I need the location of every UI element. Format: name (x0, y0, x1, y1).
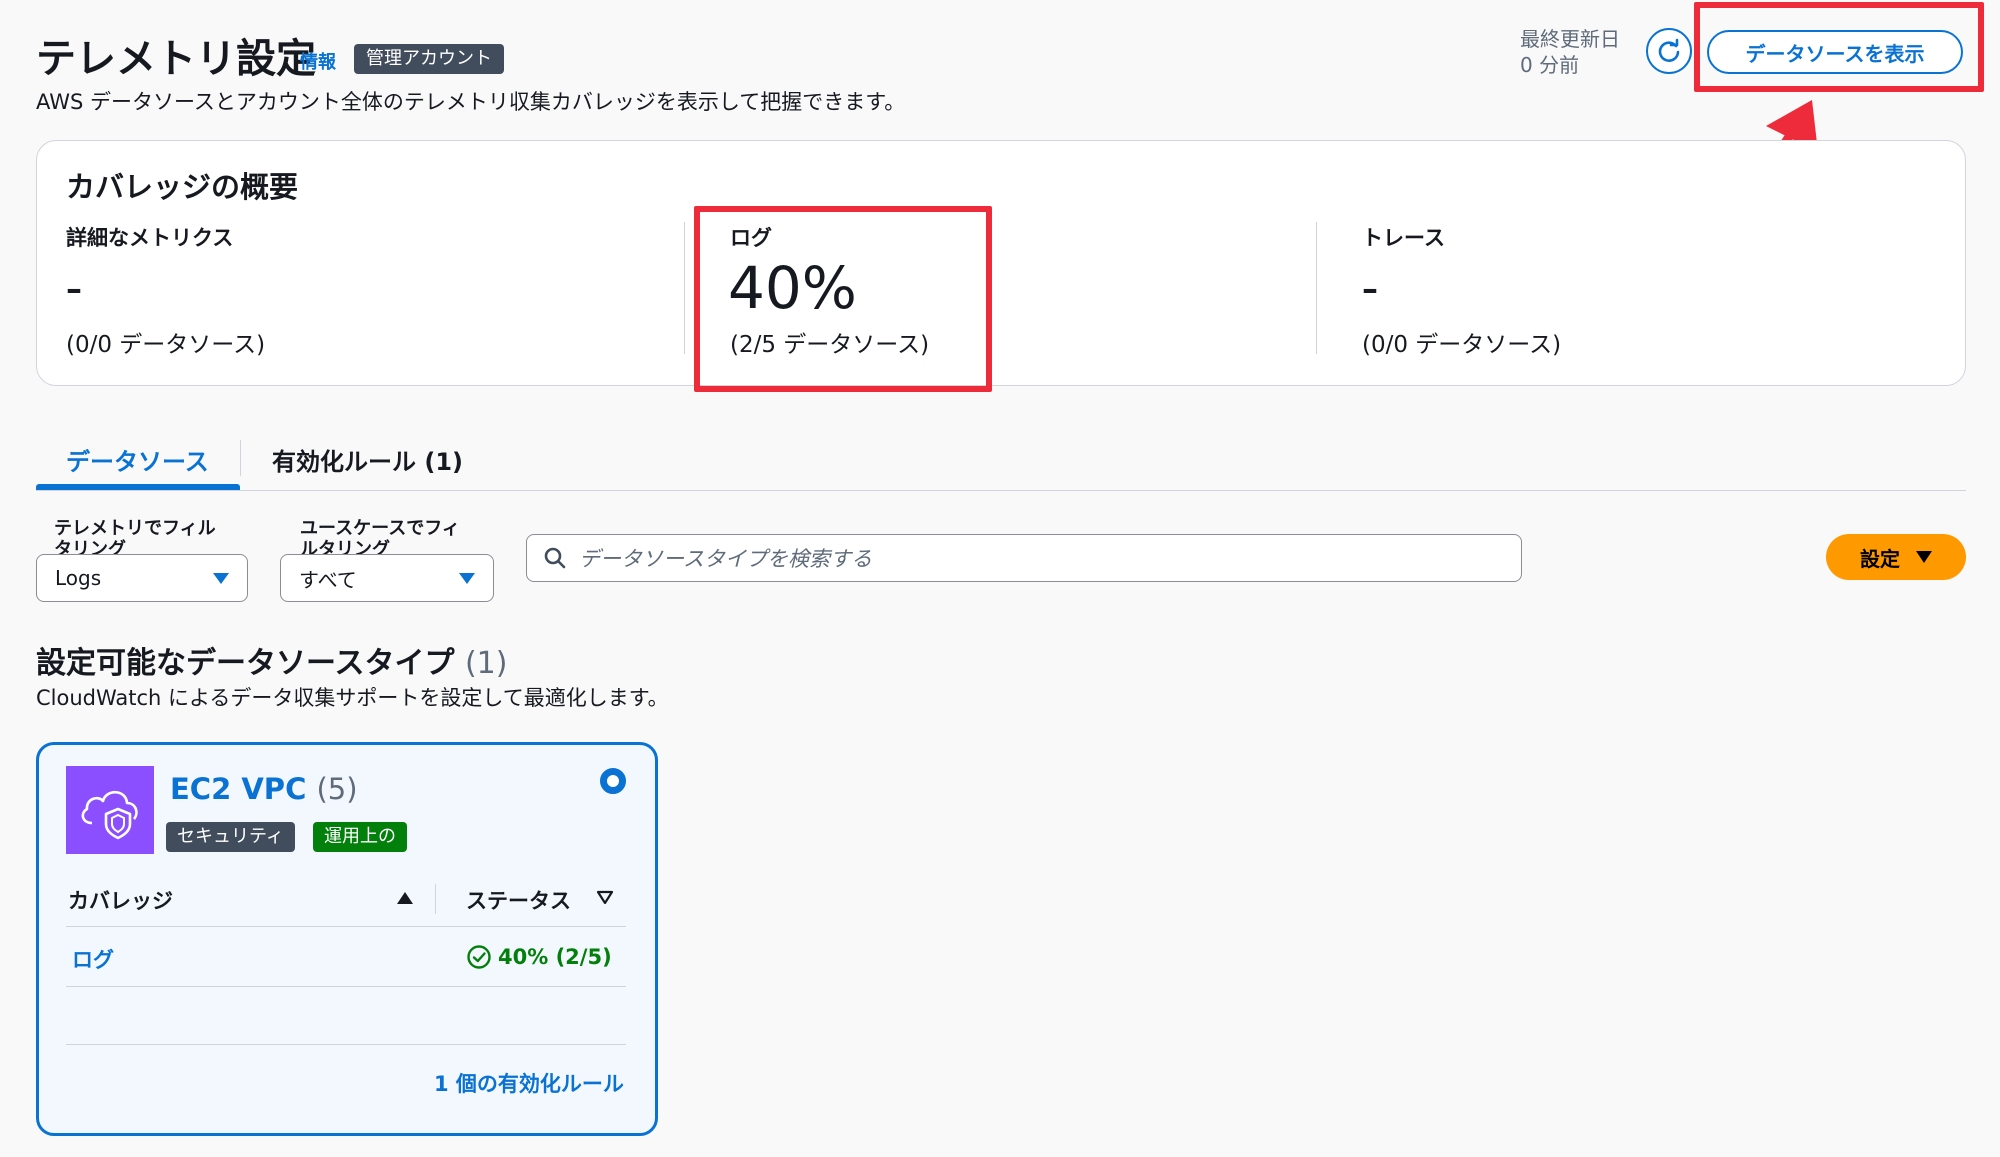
section-description: CloudWatch によるデータ収集サポートを設定して最適化します。 (36, 686, 669, 710)
check-circle-icon (467, 945, 491, 969)
info-link[interactable]: 情報 (300, 48, 336, 74)
account-badge: 管理アカウント (354, 44, 504, 74)
traces-value: – (1362, 270, 1378, 308)
caret-down-icon (213, 572, 229, 584)
usecase-filter-select[interactable]: すべて (280, 554, 494, 602)
section-title-text: 設定可能なデータソースタイプ (36, 646, 455, 681)
search-input[interactable]: データソースタイプを検索する (579, 543, 872, 573)
metrics-value: – (66, 270, 82, 308)
table-row-divider (66, 986, 626, 987)
active-tab-indicator (36, 484, 240, 490)
page-title: テレメトリ設定 (36, 36, 316, 82)
telemetry-filter-value: Logs (55, 566, 102, 590)
highlight-box-logs (694, 206, 992, 392)
cloud-shield-icon (66, 766, 154, 854)
data-source-name-text[interactable]: EC2 VPC (170, 772, 306, 806)
sort-icon[interactable] (596, 890, 614, 906)
data-source-name[interactable]: EC2 VPC (5) (170, 772, 358, 806)
metrics-label: 詳細なメトリクス (66, 226, 234, 250)
tab-separator (240, 440, 241, 476)
enablement-rules-link[interactable]: 1 個の有効化ルール (434, 1068, 624, 1098)
table-header-divider (66, 926, 626, 927)
column-header-coverage[interactable]: カバレッジ (68, 885, 173, 915)
tab-data-sources[interactable]: データソース (66, 442, 209, 477)
traces-sources: (0/0 データソース) (1362, 332, 1562, 358)
section-title: 設定可能なデータソースタイプ (1) (36, 638, 507, 682)
overview-divider (1316, 222, 1317, 354)
section-count: (1) (464, 646, 508, 681)
column-divider (435, 884, 436, 914)
telemetry-filter-select[interactable]: Logs (36, 554, 248, 602)
last-updated-value: 0 分前 (1520, 53, 1580, 77)
selection-radio[interactable] (600, 768, 626, 794)
refresh-button[interactable] (1646, 28, 1692, 74)
tag-operational: 運用上の (313, 822, 407, 852)
overview-divider (684, 222, 685, 354)
settings-dropdown-button[interactable]: 設定 (1826, 534, 1966, 580)
coverage-cell-logs[interactable]: ログ (72, 944, 114, 974)
usecase-filter-label-line: ユースケースでフィ (300, 518, 460, 539)
usecase-filter-value: すべて (299, 567, 357, 592)
coverage-overview-card (36, 140, 1966, 386)
tabs-divider (36, 490, 1966, 491)
search-icon (544, 547, 566, 569)
card-footer-divider (66, 1044, 626, 1045)
status-cell-logs: 40% (2/5) (466, 944, 612, 970)
page-description: AWS データソースとアカウント全体のテレメトリ収集カバレッジを表示して把握でき… (36, 90, 906, 114)
tag-security: セキュリティ (166, 822, 295, 852)
caret-down-icon (1916, 551, 1932, 563)
tab-enablement-rules[interactable]: 有効化ルール (1) (272, 442, 463, 477)
sort-ascending-icon[interactable] (396, 890, 414, 906)
last-updated-label: 最終更新日 (1520, 27, 1620, 51)
refresh-icon (1658, 38, 1680, 62)
highlight-box-view-sources (1694, 2, 1984, 92)
column-header-status[interactable]: ステータス (466, 885, 571, 915)
telemetry-filter-label-line: テレメトリでフィル (54, 518, 216, 539)
caret-down-icon (459, 572, 475, 584)
data-source-search[interactable]: データソースタイプを検索する (526, 534, 1522, 582)
traces-label: トレース (1362, 226, 1445, 250)
last-updated: 最終更新日 0 分前 (1520, 26, 1620, 78)
data-source-count: (5) (316, 772, 358, 806)
coverage-overview-title: カバレッジの概要 (66, 170, 299, 204)
metrics-sources: (0/0 データソース) (66, 332, 266, 358)
settings-button-label: 設定 (1860, 546, 1900, 571)
status-text: 40% (2/5) (498, 945, 612, 969)
